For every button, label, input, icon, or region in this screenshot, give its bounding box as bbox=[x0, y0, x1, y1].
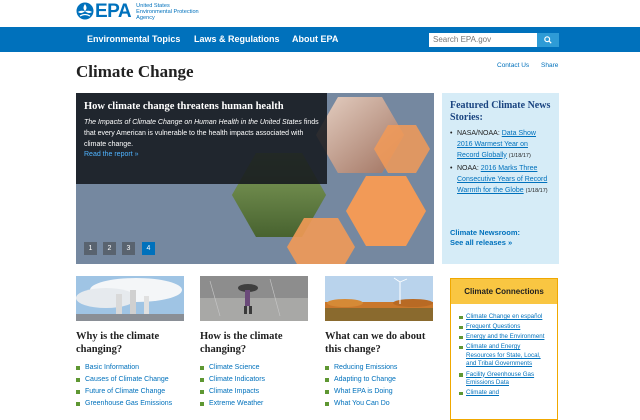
search-button[interactable] bbox=[537, 33, 559, 47]
list-item[interactable]: Greenhouse Gas Emissions bbox=[76, 398, 194, 410]
wind-turbines-image bbox=[325, 276, 433, 321]
nav-about-epa[interactable]: About EPA bbox=[292, 34, 338, 44]
list-item[interactable]: Climate Science bbox=[200, 362, 318, 374]
column-title-how: How is the climate changing? bbox=[200, 331, 283, 355]
list-item[interactable]: Extreme Weather bbox=[200, 398, 318, 410]
featured-item: NASA/NOAA: Data Show 2016 Warmest Year o… bbox=[450, 129, 551, 161]
agency-name: United States Environmental Protection A… bbox=[136, 3, 199, 22]
column-title-what: What can we do about this change? bbox=[325, 331, 426, 355]
nav-laws-regulations[interactable]: Laws & Regulations bbox=[194, 34, 280, 44]
column-links-what: Reducing Emissions Adapting to Change Wh… bbox=[325, 362, 443, 410]
column-links-how: Climate Science Climate Indicators Clima… bbox=[200, 362, 318, 410]
carousel-page-1[interactable]: 1 bbox=[84, 242, 97, 255]
hero-body: The Impacts of Climate Change on Human H… bbox=[84, 119, 319, 148]
epa-flower-icon bbox=[76, 2, 94, 20]
list-item[interactable]: Climate Indicators bbox=[200, 374, 318, 386]
list-item[interactable]: Climate Change en español bbox=[459, 313, 551, 322]
list-item[interactable]: Climate and bbox=[459, 389, 551, 398]
search-input[interactable]: Search EPA.gov bbox=[429, 33, 537, 47]
search-icon bbox=[544, 36, 552, 44]
list-item[interactable]: Basic Information bbox=[76, 362, 194, 374]
hero-carousel: How climate change threatens human healt… bbox=[76, 93, 434, 264]
climate-connections-box: Climate Connections Climate Change en es… bbox=[450, 278, 558, 420]
featured-title: Featured Climate News Stories: bbox=[450, 100, 551, 123]
list-item[interactable]: Facility Greenhouse Gas Emissions Data bbox=[459, 371, 551, 388]
logo-wordmark: EPA bbox=[95, 1, 132, 22]
nav-environmental-topics[interactable]: Environmental Topics bbox=[87, 34, 180, 44]
climate-connections-list: Climate Change en español Frequent Quest… bbox=[451, 304, 557, 398]
hero-caption: How climate change threatens human healt… bbox=[76, 93, 327, 184]
list-item[interactable]: Frequent Questions bbox=[459, 323, 551, 332]
carousel-page-2[interactable]: 2 bbox=[103, 242, 116, 255]
epa-logo[interactable]: EPA United States Environmental Protecti… bbox=[76, 2, 216, 22]
list-item[interactable]: Reducing Emissions bbox=[325, 362, 443, 374]
list-item[interactable]: Climate Impacts bbox=[200, 386, 318, 398]
contact-us-link[interactable]: Contact Us bbox=[497, 62, 529, 69]
list-item[interactable]: Adapting to Change bbox=[325, 374, 443, 386]
carousel-page-3[interactable]: 3 bbox=[122, 242, 135, 255]
list-item[interactable]: Climate and Energy Resources for State, … bbox=[459, 343, 551, 369]
column-links-why: Basic Information Causes of Climate Chan… bbox=[76, 362, 194, 410]
climate-newsroom-link[interactable]: Climate Newsroom: See all releases » bbox=[450, 228, 520, 248]
featured-news-box: Featured Climate News Stories: NASA/NOAA… bbox=[442, 93, 559, 264]
featured-item: NOAA: 2016 Marks Three Consecutive Years… bbox=[450, 164, 551, 196]
flooded-street-image bbox=[200, 276, 308, 321]
share-link[interactable]: Share bbox=[541, 62, 558, 69]
list-item[interactable]: Causes of Climate Change bbox=[76, 374, 194, 386]
hero-title: How climate change threatens human healt… bbox=[84, 101, 284, 112]
featured-list: NASA/NOAA: Data Show 2016 Warmest Year o… bbox=[450, 129, 551, 197]
list-item[interactable]: What EPA is Doing bbox=[325, 386, 443, 398]
read-report-link[interactable]: Read the report » bbox=[84, 151, 319, 158]
climate-connections-title: Climate Connections bbox=[451, 279, 557, 304]
page-title: Climate Change bbox=[76, 62, 194, 81]
list-item[interactable]: Future of Climate Change bbox=[76, 386, 194, 398]
carousel-page-4[interactable]: 4 bbox=[142, 242, 155, 255]
site-header: EPA United States Environmental Protecti… bbox=[0, 0, 640, 27]
smokestacks-image bbox=[76, 276, 184, 321]
list-item[interactable]: What You Can Do bbox=[325, 398, 443, 410]
column-title-why: Why is the climate changing? bbox=[76, 331, 160, 355]
list-item[interactable]: Energy and the Environment bbox=[459, 333, 551, 342]
